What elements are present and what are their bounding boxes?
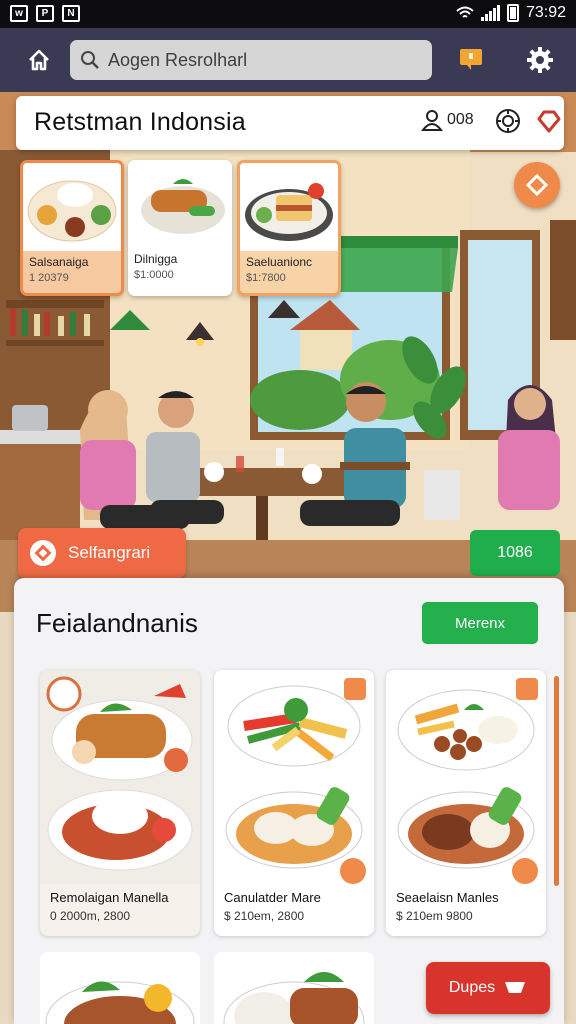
home-button[interactable] [20,42,58,78]
settings-button[interactable] [522,42,558,78]
user-count-button[interactable]: 008 [420,108,474,132]
cart-icon[interactable] [512,858,538,884]
notification-app-icon: N [62,5,80,22]
restaurant-header-card: Retstman Indonsia 008 [16,96,564,150]
order-button[interactable]: Dupes [426,962,550,1014]
top-app-bar [0,28,576,92]
notification-app-icon: P [36,5,54,22]
food-image [214,670,374,884]
fried-chicken-noodles-image [46,676,193,871]
menu-item-name: Canulatder Mare [224,890,321,905]
user-icon [420,110,444,131]
menu-card[interactable]: Canulatder Mare $ 210em, 2800 [214,670,374,936]
menu-item-price: $ 210em, 2800 [224,909,305,923]
heart-icon[interactable] [536,108,562,134]
noodle-dish-image [45,981,195,1024]
search-icon [81,51,99,69]
notification-app-icon: w [10,5,28,22]
scrollbar[interactable] [554,676,559,886]
gear-icon [527,47,553,73]
rice-grill-image [223,972,365,1024]
status-notification-icons: w P N [10,5,80,22]
menu-item-name: Remolaigan Manella [50,890,169,905]
status-indicators: 73:92 [456,4,566,22]
food-image [386,670,546,884]
featured-name: Dilnigga [134,252,178,266]
category-label: Selfangrari [68,543,151,562]
meatball-platter-image [397,689,535,869]
featured-price: 1 20379 [29,272,69,284]
battery-icon [506,4,519,22]
menu-panel: Feialandnanis Merenx Remolaigan Manella … [14,578,564,1024]
featured-card[interactable]: Dilnigga $1:0000 [128,160,232,296]
menu-card[interactable]: Remolaigan Manella 0 2000m, 2800 [40,670,200,936]
food-image [40,670,200,884]
wifi-icon [456,6,474,18]
menu-card-partial[interactable] [214,952,374,1024]
category-icon [30,540,56,566]
restaurant-title: Retstman Indonsia [34,108,246,136]
featured-name: Saeluanionc [246,255,313,269]
menu-item-price: $ 210em 9800 [396,909,473,923]
menu-card-partial[interactable] [40,952,200,1024]
featured-card[interactable]: Salsanaiga 1 20379 [20,160,124,296]
search-input[interactable] [108,49,408,71]
sandwich-plate-image [245,183,333,241]
menu-item-price: 0 2000m, 2800 [50,909,131,923]
notification-icon [460,49,482,70]
rice-platter-image [27,180,117,242]
search-bar[interactable] [70,40,432,80]
floating-action-button[interactable] [514,162,560,208]
menu-item-name: Seaelaisn Manles [396,890,499,905]
menu-title: Feialandnanis [36,608,198,638]
featured-card[interactable]: Saeluanionc $1:7800 [237,160,341,296]
salad-dumplings-image [225,685,363,869]
user-count: 008 [447,111,474,128]
badge-icon [516,678,538,700]
featured-name: Salsanaiga [29,255,89,269]
grilled-fish-image [141,179,225,234]
cart-icon[interactable] [340,858,366,884]
dish-icon [525,173,549,197]
status-time: 73:92 [525,4,566,21]
count-button[interactable]: 1086 [470,530,560,576]
signal-icon [480,5,500,21]
notification-button[interactable] [455,43,487,75]
featured-price: $1:7800 [246,272,286,284]
settings-icon[interactable] [494,107,522,135]
food-image [128,160,232,248]
order-label: Dupes [448,979,496,996]
status-bar: w P N 73:92 [0,0,576,28]
food-image [23,163,121,251]
cart-icon [505,982,526,993]
category-button[interactable]: Selfangrari [18,528,186,578]
view-menu-button[interactable]: Merenx [422,602,538,644]
badge-icon [344,678,366,700]
food-image [240,163,338,251]
featured-price: $1:0000 [134,269,174,281]
home-icon [29,49,49,71]
menu-card[interactable]: Seaelaisn Manles $ 210em 9800 [386,670,546,936]
